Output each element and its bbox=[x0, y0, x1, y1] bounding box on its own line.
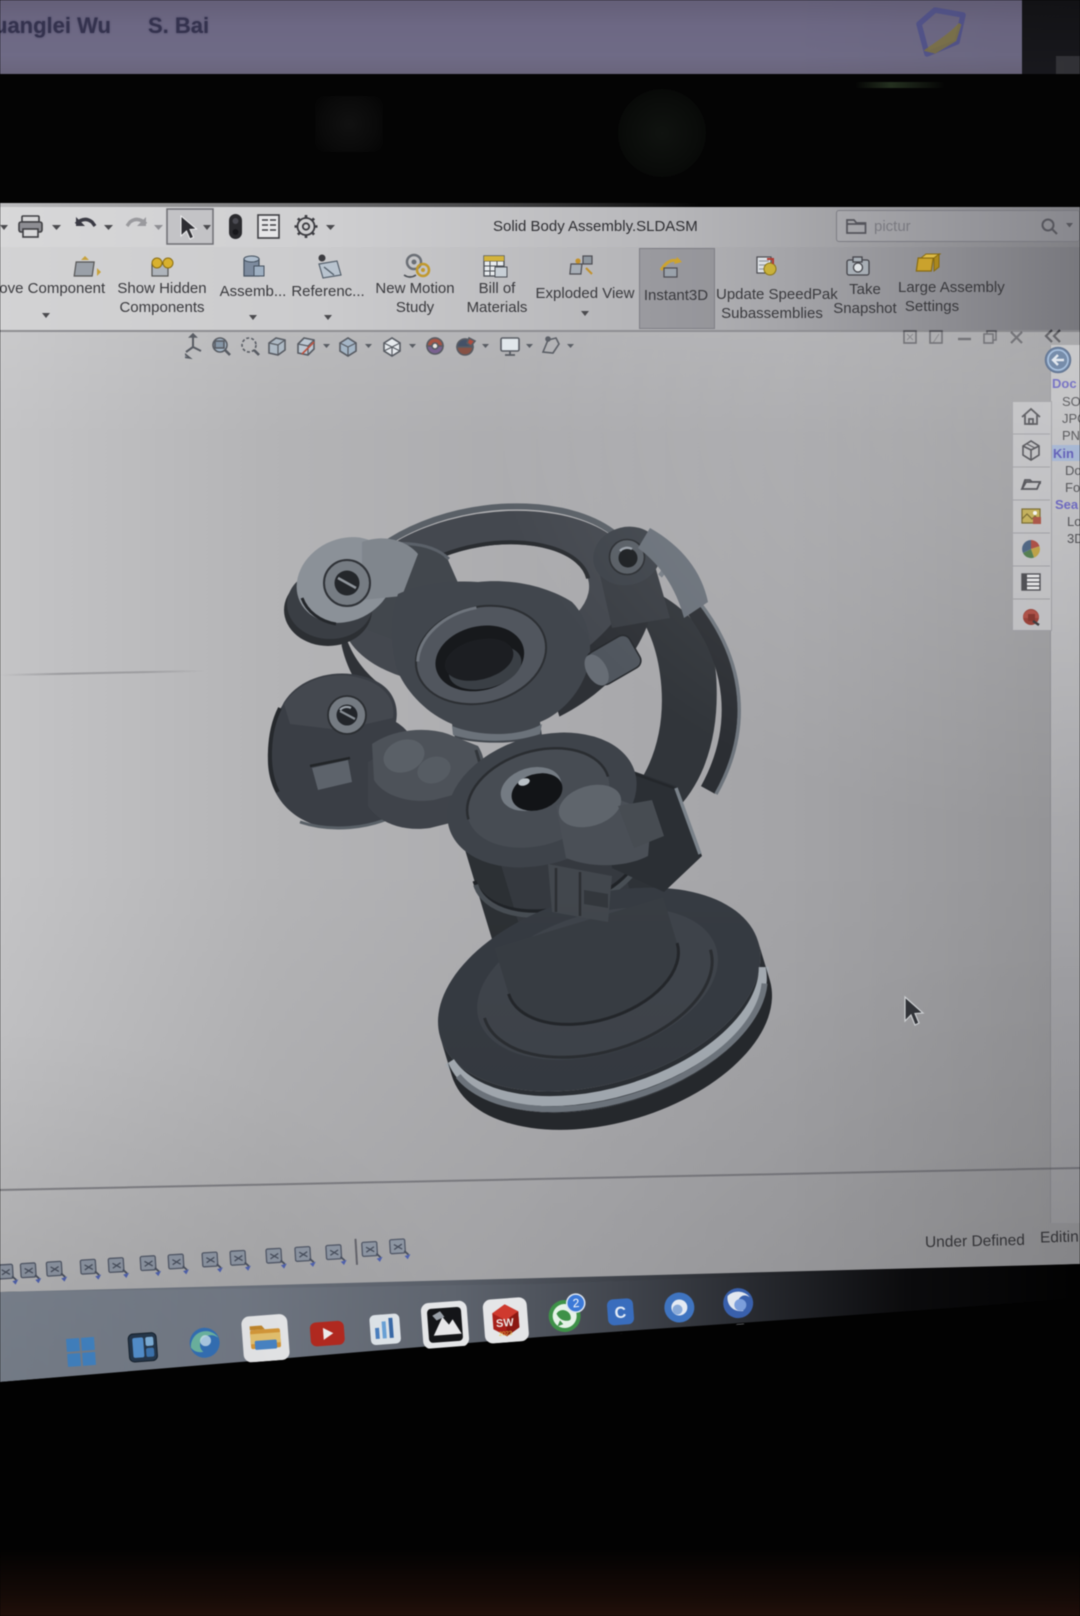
svg-text:2: 2 bbox=[572, 1296, 580, 1310]
svg-text:SW: SW bbox=[496, 1317, 515, 1330]
svg-text:pictur: pictur bbox=[874, 218, 911, 235]
svg-text:C: C bbox=[614, 1304, 627, 1322]
svg-text:2023: 2023 bbox=[499, 1331, 513, 1338]
